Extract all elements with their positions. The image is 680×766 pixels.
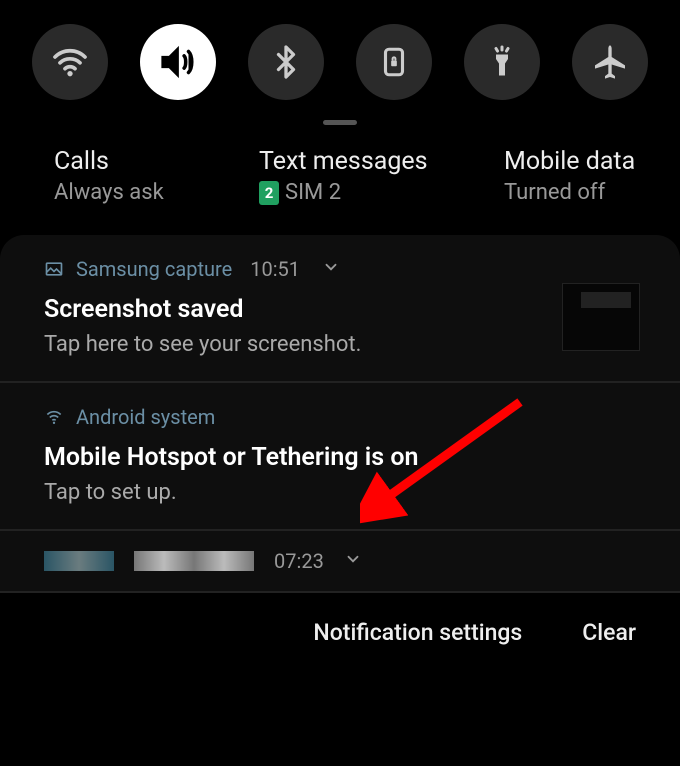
notif-header: Samsung capture 10:51 bbox=[44, 257, 636, 281]
notif-title: Mobile Hotspot or Tethering is on bbox=[44, 443, 636, 472]
sim-badge: 2 bbox=[259, 181, 279, 205]
image-icon bbox=[44, 259, 64, 279]
flashlight-tile[interactable] bbox=[464, 24, 540, 100]
chevron-down-icon[interactable] bbox=[322, 257, 340, 281]
flashlight-icon bbox=[484, 44, 520, 80]
airplane-tile[interactable] bbox=[572, 24, 648, 100]
bluetooth-icon bbox=[268, 44, 304, 80]
redacted-icon bbox=[44, 551, 114, 571]
clear-button[interactable]: Clear bbox=[582, 619, 636, 646]
airplane-icon bbox=[590, 42, 630, 82]
portrait-lock-icon bbox=[377, 45, 411, 79]
text-sub-label: SIM 2 bbox=[285, 180, 341, 205]
text-summary[interactable]: Text messages 2 SIM 2 bbox=[259, 147, 484, 205]
notif-time: 07:23 bbox=[274, 549, 324, 573]
notif-app-label: Android system bbox=[76, 405, 215, 429]
calls-title: Calls bbox=[54, 147, 239, 176]
redacted-app-label bbox=[134, 551, 254, 571]
screenshot-thumbnail[interactable] bbox=[562, 283, 640, 351]
text-sub: 2 SIM 2 bbox=[259, 180, 484, 205]
notif-time: 10:51 bbox=[250, 257, 300, 281]
wifi-small-icon bbox=[44, 407, 64, 427]
sound-tile[interactable] bbox=[140, 24, 216, 100]
notification-settings-button[interactable]: Notification settings bbox=[313, 619, 522, 646]
wifi-icon bbox=[50, 42, 90, 82]
data-summary[interactable]: Mobile data Turned off bbox=[504, 147, 635, 205]
notif-body: Tap to set up. bbox=[44, 480, 636, 505]
notif-body: Tap here to see your screenshot. bbox=[44, 332, 636, 357]
notification-android-system[interactable]: Android system Mobile Hotspot or Tetheri… bbox=[0, 383, 680, 531]
footer-row: Notification settings Clear bbox=[0, 593, 680, 672]
summary-row: Calls Always ask Text messages 2 SIM 2 M… bbox=[0, 147, 680, 235]
text-title: Text messages bbox=[259, 147, 484, 176]
rotation-tile[interactable] bbox=[356, 24, 432, 100]
notif-title: Screenshot saved bbox=[44, 295, 636, 324]
quick-settings-row bbox=[0, 0, 680, 110]
speaker-icon bbox=[157, 41, 199, 83]
notif-app-label: Samsung capture bbox=[76, 257, 232, 281]
wifi-tile[interactable] bbox=[32, 24, 108, 100]
data-sub: Turned off bbox=[504, 180, 635, 205]
calls-sub: Always ask bbox=[54, 180, 239, 205]
data-title: Mobile data bbox=[504, 147, 635, 176]
notif-header: Android system bbox=[44, 405, 636, 429]
calls-summary[interactable]: Calls Always ask bbox=[54, 147, 239, 205]
chevron-down-icon[interactable] bbox=[344, 549, 362, 573]
bluetooth-tile[interactable] bbox=[248, 24, 324, 100]
notification-collapsed[interactable]: 07:23 bbox=[0, 531, 680, 593]
drag-handle[interactable] bbox=[323, 120, 357, 125]
notification-samsung-capture[interactable]: Samsung capture 10:51 Screenshot saved T… bbox=[0, 235, 680, 383]
